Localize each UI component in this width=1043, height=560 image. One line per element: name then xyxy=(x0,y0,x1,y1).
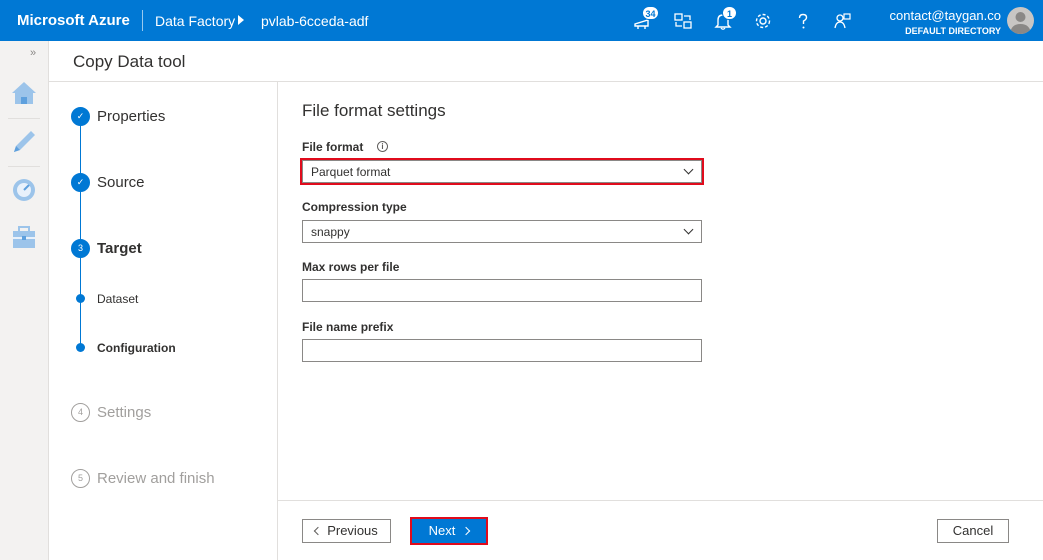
step-settings-number: 4 xyxy=(71,403,90,422)
notifications-count-badge: 1 xyxy=(722,6,737,20)
info-icon[interactable]: i xyxy=(377,141,388,152)
breadcrumb-caret-icon xyxy=(238,15,244,25)
help-icon[interactable] xyxy=(793,11,813,31)
brand-link[interactable]: Microsoft Azure xyxy=(17,12,130,29)
author-icon[interactable] xyxy=(0,118,48,166)
step-target[interactable]: Target xyxy=(97,240,142,257)
previous-button[interactable]: Previous xyxy=(302,519,391,543)
settings-icon[interactable] xyxy=(753,11,773,31)
user-email[interactable]: contact@taygan.co xyxy=(890,8,1001,23)
step-progress-line xyxy=(80,125,81,349)
user-directory: DEFAULT DIRECTORY xyxy=(905,26,1001,36)
feedback-icon[interactable] xyxy=(832,11,852,31)
file-format-settings-form: File format settings File format i Parqu… xyxy=(278,82,1043,500)
step-review-and-finish: Review and finish xyxy=(97,470,215,487)
page-title: Copy Data tool xyxy=(73,52,186,71)
step-settings: Settings xyxy=(97,404,152,421)
expand-rail-icon[interactable]: » xyxy=(30,47,36,59)
step-source-check-icon: ✓ xyxy=(71,173,90,192)
file-format-label: File format xyxy=(302,140,364,154)
substep-dataset[interactable]: Dataset xyxy=(97,292,138,306)
page-header: Copy Data tool xyxy=(49,41,1043,82)
compression-type-value: snappy xyxy=(311,225,350,239)
file-name-prefix-input[interactable] xyxy=(302,339,702,362)
top-bar: Microsoft Azure Data Factory pvlab-6cced… xyxy=(0,0,1043,41)
file-name-prefix-label: File name prefix xyxy=(302,320,394,334)
chevron-left-icon xyxy=(313,526,323,536)
left-rail: » xyxy=(0,41,49,560)
updates-count-badge: 34 xyxy=(642,6,659,20)
home-icon[interactable] xyxy=(0,70,48,118)
substep-configuration-dot xyxy=(76,343,85,352)
max-rows-per-file-label: Max rows per file xyxy=(302,260,400,274)
substep-dataset-dot xyxy=(76,294,85,303)
compression-type-label: Compression type xyxy=(302,200,407,214)
max-rows-per-file-input[interactable] xyxy=(302,279,702,302)
manage-icon[interactable] xyxy=(0,214,48,262)
brand-separator xyxy=(142,10,143,31)
chevron-down-icon xyxy=(683,224,694,235)
substep-configuration[interactable]: Configuration xyxy=(97,341,176,355)
next-button[interactable]: Next xyxy=(412,519,486,543)
cancel-button[interactable]: Cancel xyxy=(937,519,1009,543)
compression-type-dropdown[interactable]: snappy xyxy=(302,220,702,243)
monitor-icon[interactable] xyxy=(0,166,48,214)
wizard-steps: ✓ Properties ✓ Source 3 Target Dataset C… xyxy=(49,82,278,560)
previous-button-label: Previous xyxy=(327,523,378,538)
step-properties-check-icon: ✓ xyxy=(71,107,90,126)
form-title: File format settings xyxy=(302,101,446,120)
breadcrumb-service[interactable]: Data Factory xyxy=(155,13,235,29)
file-format-dropdown[interactable]: Parquet format xyxy=(300,158,704,185)
chevron-down-icon xyxy=(683,164,694,175)
wizard-footer: Previous Next Cancel xyxy=(278,500,1043,560)
switch-directory-icon[interactable] xyxy=(673,11,693,31)
chevron-right-icon xyxy=(462,526,471,536)
avatar[interactable] xyxy=(1007,7,1034,34)
next-button-label: Next xyxy=(428,523,456,538)
step-source[interactable]: Source xyxy=(97,174,145,191)
step-review-number: 5 xyxy=(71,469,90,488)
step-properties[interactable]: Properties xyxy=(97,108,165,125)
breadcrumb-resource[interactable]: pvlab-6cceda-adf xyxy=(261,13,368,29)
file-format-value: Parquet format xyxy=(311,165,391,179)
step-target-number: 3 xyxy=(71,239,90,258)
